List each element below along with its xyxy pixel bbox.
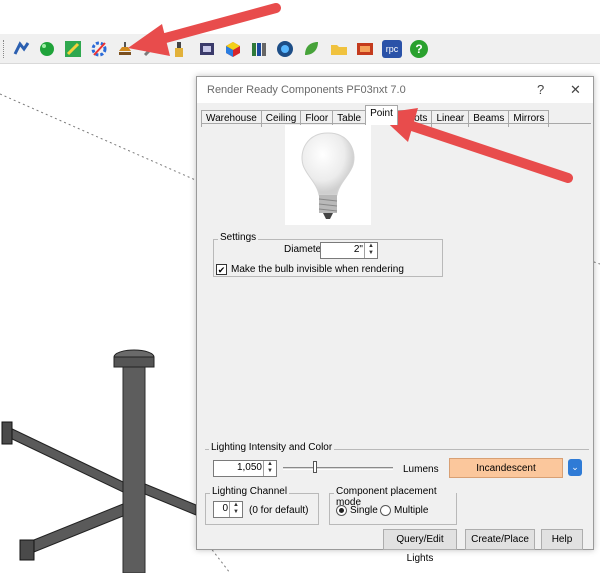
- arrow-to-toolbar: [128, 3, 281, 56]
- arrow-to-point-tab: [378, 108, 573, 183]
- annotation-arrows: [128, 3, 573, 183]
- tab-point[interactable]: Point: [365, 105, 398, 125]
